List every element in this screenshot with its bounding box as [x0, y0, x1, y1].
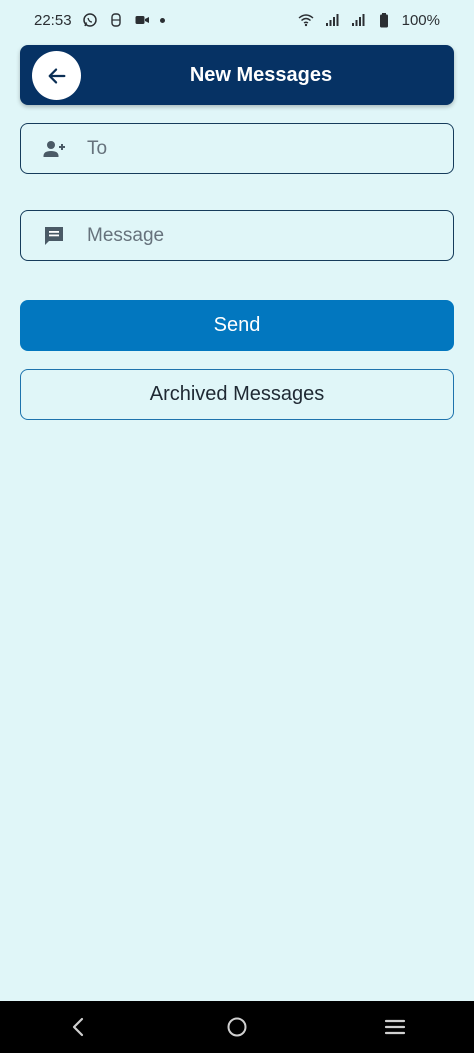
app-bar: New Messages [20, 45, 454, 105]
status-right: 100% [298, 12, 440, 29]
status-time: 22:53 [34, 11, 72, 29]
to-field[interactable] [20, 123, 454, 174]
home-nav-button[interactable] [207, 1001, 267, 1053]
battery-percent: 100% [401, 11, 440, 29]
message-field[interactable] [20, 210, 454, 261]
status-bar: 22:53 100% [0, 0, 474, 40]
whatsapp-icon [82, 12, 98, 28]
chat-bubble-icon [41, 223, 67, 249]
signal-icon [350, 12, 366, 28]
dot-icon [159, 17, 165, 23]
battery-icon [376, 12, 392, 28]
status-left: 22:53 [34, 12, 165, 29]
home-nav-icon [225, 1015, 249, 1039]
archived-messages-button[interactable]: Archived Messages [20, 369, 454, 420]
back-nav-button[interactable] [49, 1001, 109, 1053]
video-icon [134, 12, 150, 28]
to-input[interactable] [85, 123, 453, 174]
person-add-icon [41, 136, 67, 162]
send-button[interactable]: Send [20, 300, 454, 351]
recents-nav-icon [383, 1015, 407, 1039]
message-input[interactable] [85, 210, 453, 261]
signal-icon [324, 12, 340, 28]
recents-nav-button[interactable] [365, 1001, 425, 1053]
wifi-icon [298, 12, 314, 28]
page-title: New Messages [189, 64, 333, 86]
app-icon [108, 12, 124, 28]
back-nav-icon [67, 1015, 91, 1039]
system-nav-bar [0, 1001, 474, 1053]
